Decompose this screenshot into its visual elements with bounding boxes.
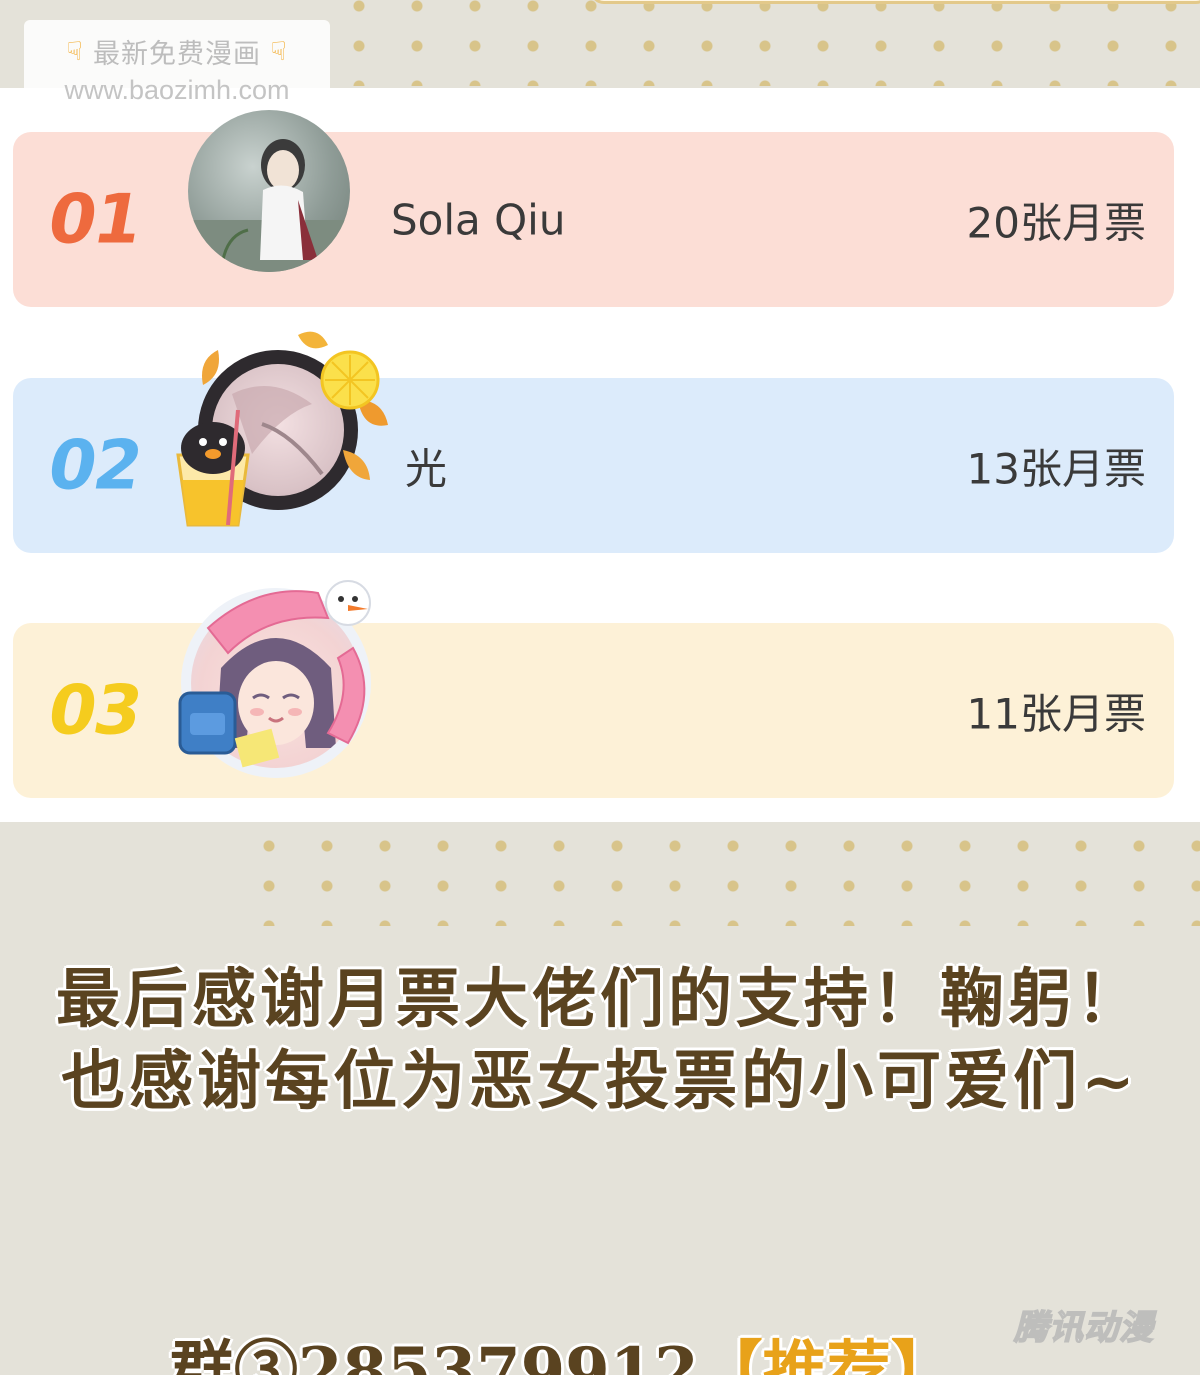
pointing-down-hand-icon: ☟: [270, 36, 288, 67]
fan-group-number: 群③285379912【推荐】: [170, 1320, 955, 1375]
avatar-frame-decoration: [176, 331, 388, 527]
watermark-title: 最新免费漫画: [93, 39, 261, 70]
thanks-message-line-2: 也感谢每位为恶女投票的小可爱们~: [61, 1044, 1139, 1119]
thanks-message-line-1: 最后感谢月票大佬们的支持！鞠躬！: [56, 962, 1144, 1037]
decorative-dot-pattern-top: [330, 0, 1200, 86]
ranking-row-1: 01 Sola Qiu 20张月票: [13, 110, 1174, 307]
vote-count: 13张月票: [966, 444, 1146, 493]
rank-number: 03: [42, 671, 147, 750]
group-number: 群③285379912: [170, 1334, 699, 1375]
decorative-dot-pattern-middle: [240, 826, 1200, 926]
user-name: 光: [405, 444, 448, 493]
watermark: ☟ 最新免费漫画 ☟ www.baozimh.com: [24, 20, 330, 108]
rank-number: 02: [42, 426, 147, 505]
avatar-frame-decoration: [178, 580, 371, 768]
user-avatar: [188, 110, 350, 272]
pointing-down-hand-icon: ☟: [66, 36, 84, 67]
ranking-row-3: 03 11张月票: [13, 580, 1174, 798]
user-name: Sola Qiu: [391, 195, 566, 244]
watermark-url: www.baozimh.com: [64, 75, 290, 105]
vote-count: 20张月票: [966, 198, 1146, 247]
ranking-row-2: 02 光 13张月票: [13, 331, 1174, 553]
top-banner-edge: [590, 0, 1200, 4]
group-recommend-tag: 【推荐】: [698, 1334, 955, 1375]
vote-count: 11张月票: [966, 689, 1146, 738]
rank-number: 01: [42, 180, 147, 259]
publisher-logo: 腾讯动漫: [1013, 1307, 1154, 1349]
